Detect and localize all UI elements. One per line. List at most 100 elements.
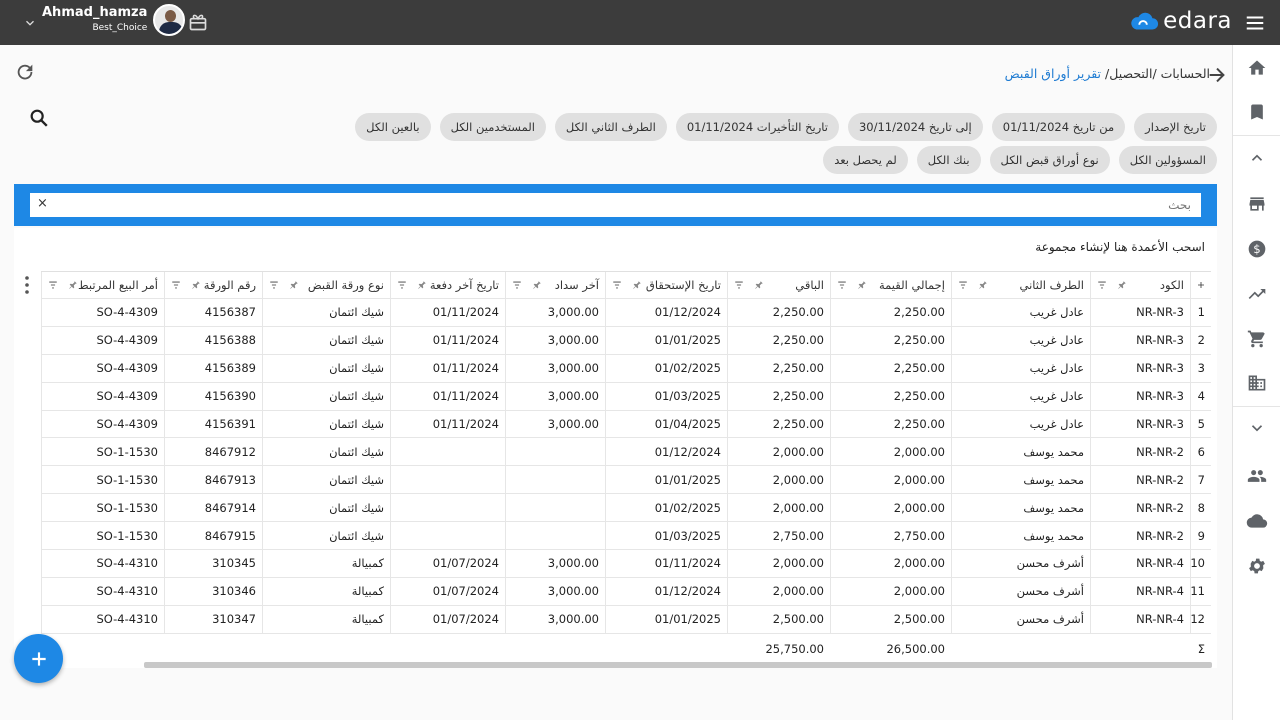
filter-icon[interactable] [171, 280, 181, 290]
column-header-paper-no[interactable]: رقم الورقة [164, 272, 262, 298]
menu-icon[interactable] [1244, 12, 1266, 34]
pin-icon[interactable] [978, 280, 988, 290]
cell-total: 2,250.00 [830, 410, 951, 438]
filter-chip-bank[interactable]: بنك الكل [916, 146, 981, 174]
horizontal-scrollbar[interactable] [144, 662, 1212, 668]
cell-remaining: 2,000.00 [727, 438, 830, 466]
filter-icon[interactable] [612, 280, 622, 290]
search-icon[interactable] [28, 107, 50, 129]
column-header-label: تاريخ آخر دفعة [429, 278, 499, 292]
filter-chip-from-date[interactable]: من تاريخ 01/11/2024 [991, 113, 1126, 141]
cell-paper-no: 310345 [164, 550, 262, 577]
breadcrumb-collection[interactable]: التحصيل [1109, 66, 1152, 81]
cell-due-date: 01/02/2025 [605, 494, 727, 522]
pin-icon[interactable] [191, 280, 201, 290]
cell-paper-no: 4156390 [164, 382, 262, 410]
cell-code: NR-NR-2 [1090, 522, 1190, 550]
bookmark-icon[interactable] [1245, 100, 1269, 124]
cell-party: عادل غريب [951, 299, 1090, 326]
pin-icon[interactable] [532, 280, 542, 290]
column-header-due-date[interactable]: تاريخ الإستحقاق [605, 272, 727, 298]
pin-icon[interactable] [754, 280, 764, 290]
table-row[interactable]: 3 NR-NR-3 عادل غريب 2,250.00 2,250.00 01/02/2… [41, 354, 1211, 383]
filter-icon[interactable] [48, 280, 58, 290]
column-header-total[interactable]: إجمالي القيمة [830, 272, 951, 298]
filter-chip-managers[interactable]: المسؤولين الكل [1118, 146, 1217, 174]
filter-icon[interactable] [837, 280, 847, 290]
table-row[interactable]: 2 NR-NR-3 عادل غريب 2,250.00 2,250.00 01/01/2… [41, 326, 1211, 355]
cell-total: 2,750.00 [830, 522, 951, 550]
column-header-order[interactable]: أمر البيع المرتبط [41, 272, 164, 298]
column-header-party[interactable]: الطرف الثاني [951, 272, 1090, 298]
add-button[interactable] [14, 634, 63, 683]
filter-icon[interactable] [269, 280, 279, 290]
refresh-icon[interactable] [14, 61, 36, 83]
chevron-down-icon[interactable] [1245, 416, 1269, 440]
table-row[interactable]: 9 NR-NR-2 محمد يوسف 2,750.00 2,750.00 01/03/2… [41, 522, 1211, 551]
group-by-dropzone[interactable]: اسحب الأعمدة هنا لإنشاء مجموعة [1035, 240, 1205, 254]
home-icon[interactable] [1245, 56, 1269, 80]
user-menu[interactable]: Ahmad_hamza Best_Choice [20, 4, 186, 36]
table-row[interactable]: 5 NR-NR-3 عادل غريب 2,250.00 2,250.00 01/04/2… [41, 410, 1211, 439]
brand-logo[interactable]: edara [1129, 8, 1232, 34]
column-header-remaining[interactable]: الباقي [727, 272, 830, 298]
pin-icon[interactable] [1117, 280, 1127, 290]
filter-chip-paper-type[interactable]: نوع أوراق قبض الكل [989, 146, 1110, 174]
column-header-last-payment[interactable]: آخر سداد [505, 272, 605, 298]
filter-icon[interactable] [512, 280, 522, 290]
column-header-code[interactable]: الكود [1090, 272, 1190, 298]
filter-chip-delays-date[interactable]: تاريخ التأخيرات 01/11/2024 [675, 113, 839, 141]
back-arrow-icon[interactable] [1206, 64, 1228, 86]
table-header-row: الكود الطرف الثاني إجمالي القيمة الباقي تاري… [41, 272, 1211, 299]
filter-chip-issue-date[interactable]: تاريخ الإصدار [1134, 113, 1217, 141]
table-row[interactable]: 1 NR-NR-3 عادل غريب 2,250.00 2,250.00 01/12/2… [41, 299, 1211, 327]
dollar-icon[interactable]: $ [1245, 237, 1269, 261]
filter-icon[interactable] [734, 280, 744, 290]
cell-party: أشرف محسن [951, 550, 1090, 577]
pin-icon[interactable] [289, 280, 299, 290]
cell-due-date: 01/12/2024 [605, 577, 727, 605]
gear-icon[interactable] [1245, 554, 1269, 578]
pin-icon[interactable] [417, 280, 427, 290]
table-row[interactable]: 12 NR-NR-4 أشرف محسن 2,500.00 2,500.00 01/01/… [41, 605, 1211, 634]
filter-icon[interactable] [958, 280, 968, 290]
cart-icon[interactable] [1245, 327, 1269, 351]
add-column-button[interactable] [1190, 272, 1211, 298]
pin-icon[interactable] [632, 280, 642, 290]
pin-icon[interactable] [857, 280, 867, 290]
filter-icon[interactable] [397, 280, 407, 290]
table-row[interactable]: 8 NR-NR-2 محمد يوسف 2,000.00 2,000.00 01/02/2… [41, 494, 1211, 523]
table-row[interactable]: 10 NR-NR-4 أشرف محسن 2,000.00 2,000.00 01/11/… [41, 550, 1211, 578]
table-row[interactable]: 6 NR-NR-2 محمد يوسف 2,000.00 2,000.00 01/12/2… [41, 438, 1211, 467]
store-icon[interactable] [1245, 192, 1269, 216]
breadcrumb-accounts[interactable]: الحسابات [1161, 66, 1210, 81]
building-icon[interactable] [1245, 371, 1269, 395]
filter-chip-not-collected[interactable]: لم يحصل بعد [823, 146, 908, 174]
cell-paper-no: 4156391 [164, 410, 262, 438]
pin-icon[interactable] [68, 280, 78, 290]
chevron-down-icon[interactable] [20, 13, 40, 33]
table-row[interactable]: 11 NR-NR-4 أشرف محسن 2,000.00 2,000.00 01/12/… [41, 577, 1211, 606]
table-row[interactable]: 7 NR-NR-2 محمد يوسف 2,000.00 2,000.00 01/01/2… [41, 466, 1211, 495]
cell-last-payment: 3,000.00 [505, 550, 605, 577]
trending-icon[interactable] [1245, 282, 1269, 306]
cell-due-date: 01/01/2025 [605, 326, 727, 354]
gift-icon[interactable] [187, 12, 209, 32]
cell-last-payment-date: 01/11/2024 [390, 299, 505, 326]
column-header-type[interactable]: نوع ورقة القبض [262, 272, 390, 298]
cloud-icon[interactable] [1245, 509, 1269, 533]
clear-search-icon[interactable]: × [37, 196, 48, 211]
search-input[interactable] [30, 193, 1201, 217]
filter-icon[interactable] [1097, 280, 1107, 290]
filter-chip-second-party[interactable]: الطرف الثاني الكل [554, 113, 667, 141]
table-row[interactable]: 4 NR-NR-3 عادل غريب 2,250.00 2,250.00 01/03/2… [41, 382, 1211, 411]
more-options-icon[interactable] [21, 275, 33, 295]
avatar[interactable] [153, 4, 186, 36]
filter-chip-in-kind[interactable]: بالعين الكل [355, 113, 431, 141]
chevron-up-icon[interactable] [1245, 146, 1269, 170]
people-icon[interactable] [1245, 464, 1269, 488]
filter-chip-to-date[interactable]: إلى تاريخ 30/11/2024 [847, 113, 983, 141]
filter-chip-users[interactable]: المستخدمين الكل [439, 113, 546, 141]
column-header-last-payment-date[interactable]: تاريخ آخر دفعة [390, 272, 505, 298]
search-bar: × [14, 184, 1217, 226]
